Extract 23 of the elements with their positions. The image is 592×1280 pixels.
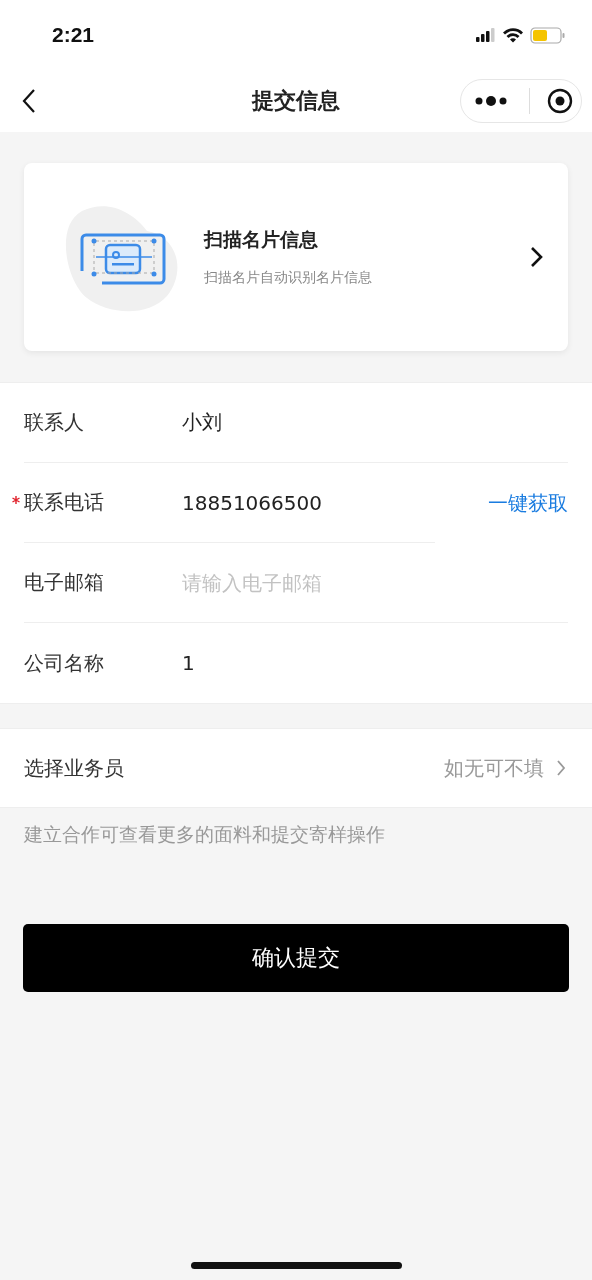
status-time: 2:21 — [52, 23, 95, 47]
salesperson-selector[interactable]: 选择业务员 如无可不填 — [0, 729, 592, 807]
chevron-right-icon — [556, 759, 566, 777]
get-phone-link[interactable]: 一键获取 — [435, 463, 568, 543]
field-label: 电子邮箱 — [24, 569, 105, 596]
chevron-right-icon — [530, 246, 544, 268]
field-label: 联系电话 — [24, 489, 105, 516]
signal-icon — [476, 28, 496, 42]
battery-icon — [530, 26, 566, 44]
field-label: 联系人 — [24, 409, 85, 436]
input-field[interactable]: 请输入电子邮箱 — [182, 566, 568, 599]
field-label: 公司名称 — [24, 649, 105, 677]
input-field[interactable]: 18851066500 — [182, 486, 435, 519]
scan-card-subtitle: 扫描名片自动识别名片信息 — [204, 269, 373, 287]
back-icon[interactable] — [22, 88, 36, 114]
page-title: 提交信息 — [250, 87, 341, 115]
note-text: 建立合作可查看更多的面料和提交寄样操作 — [24, 822, 386, 847]
scan-card[interactable]: 扫描名片信息 扫描名片自动识别名片信息 — [24, 163, 568, 351]
input-field[interactable]: 小刘 — [182, 406, 568, 439]
scan-card-title: 扫描名片信息 — [204, 227, 319, 252]
wifi-icon — [502, 27, 524, 43]
submit-button[interactable]: 确认提交 — [23, 924, 569, 992]
input-field[interactable]: 1 — [182, 647, 568, 679]
